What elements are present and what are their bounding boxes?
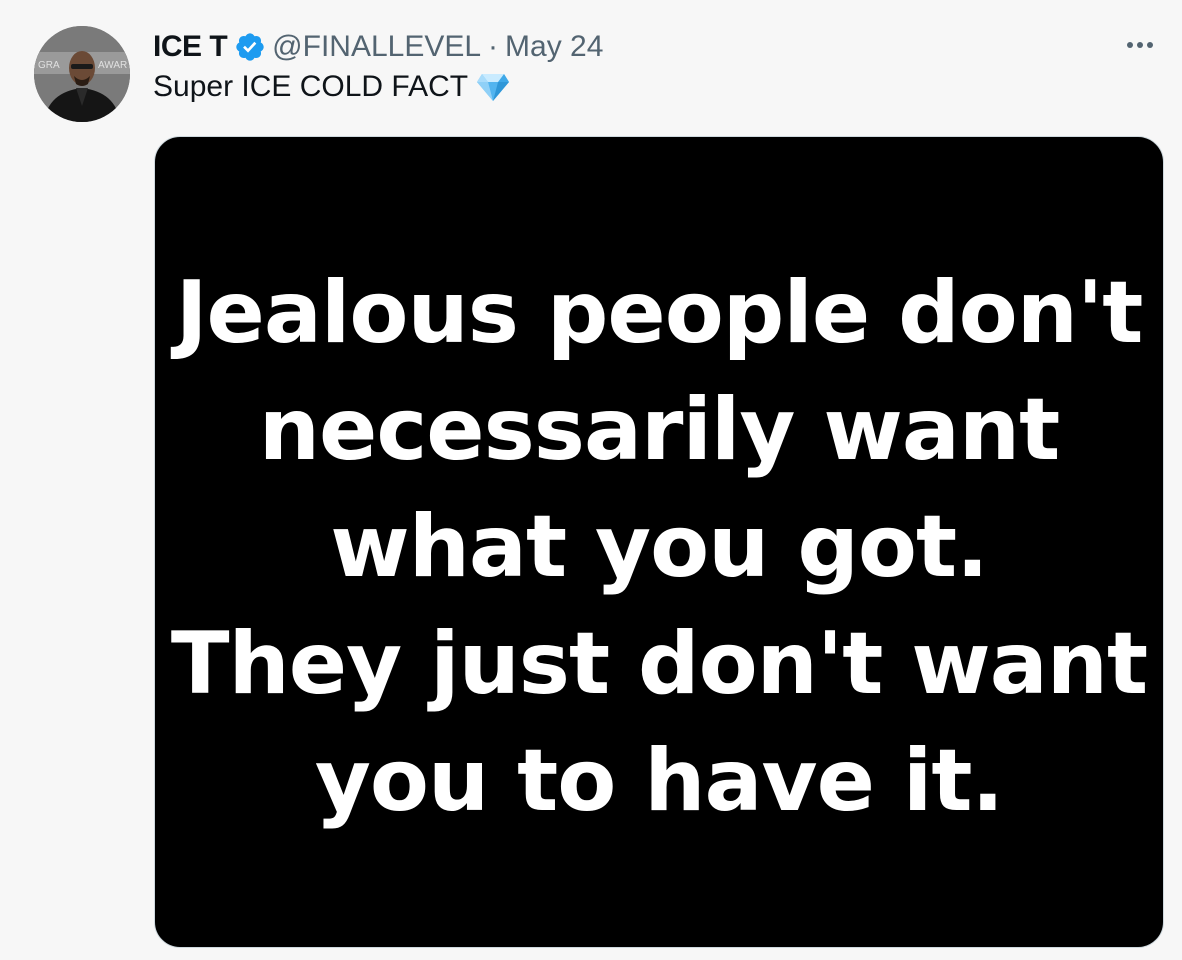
separator-dot: · (488, 30, 499, 63)
tweet-text-content: Super ICE COLD FACT (153, 70, 469, 103)
author-handle[interactable]: @FINALLEVEL (272, 30, 481, 64)
more-options-icon[interactable] (1120, 30, 1160, 60)
tweet-date[interactable]: May 24 (505, 30, 603, 64)
quote-line: Jealous people don't (175, 263, 1144, 363)
verified-badge-icon (234, 31, 266, 63)
gem-stone-icon (476, 72, 510, 102)
quote-text: Jealous people don't necessarily want wh… (155, 255, 1163, 840)
tweet-card[interactable]: GRA AWAR ICE T @FINALLEVEL · May 24 Supe… (0, 0, 1182, 960)
quote-line: necessarily want (258, 380, 1060, 480)
avatar-photo: GRA AWAR (34, 26, 130, 122)
tweet-header: ICE T @FINALLEVEL · May 24 (153, 27, 603, 67)
author-display-name[interactable]: ICE T (153, 30, 228, 64)
svg-text:GRA: GRA (38, 60, 60, 71)
svg-text:AWAR: AWAR (98, 60, 127, 71)
quote-line: They just don't want (170, 614, 1148, 714)
avatar[interactable]: GRA AWAR (34, 26, 130, 122)
tweet-text: Super ICE COLD FACT (153, 70, 510, 104)
tweet-media-image[interactable]: Jealous people don't necessarily want wh… (154, 136, 1164, 948)
quote-line: you to have it. (314, 731, 1004, 831)
quote-line: what you got. (330, 497, 989, 597)
